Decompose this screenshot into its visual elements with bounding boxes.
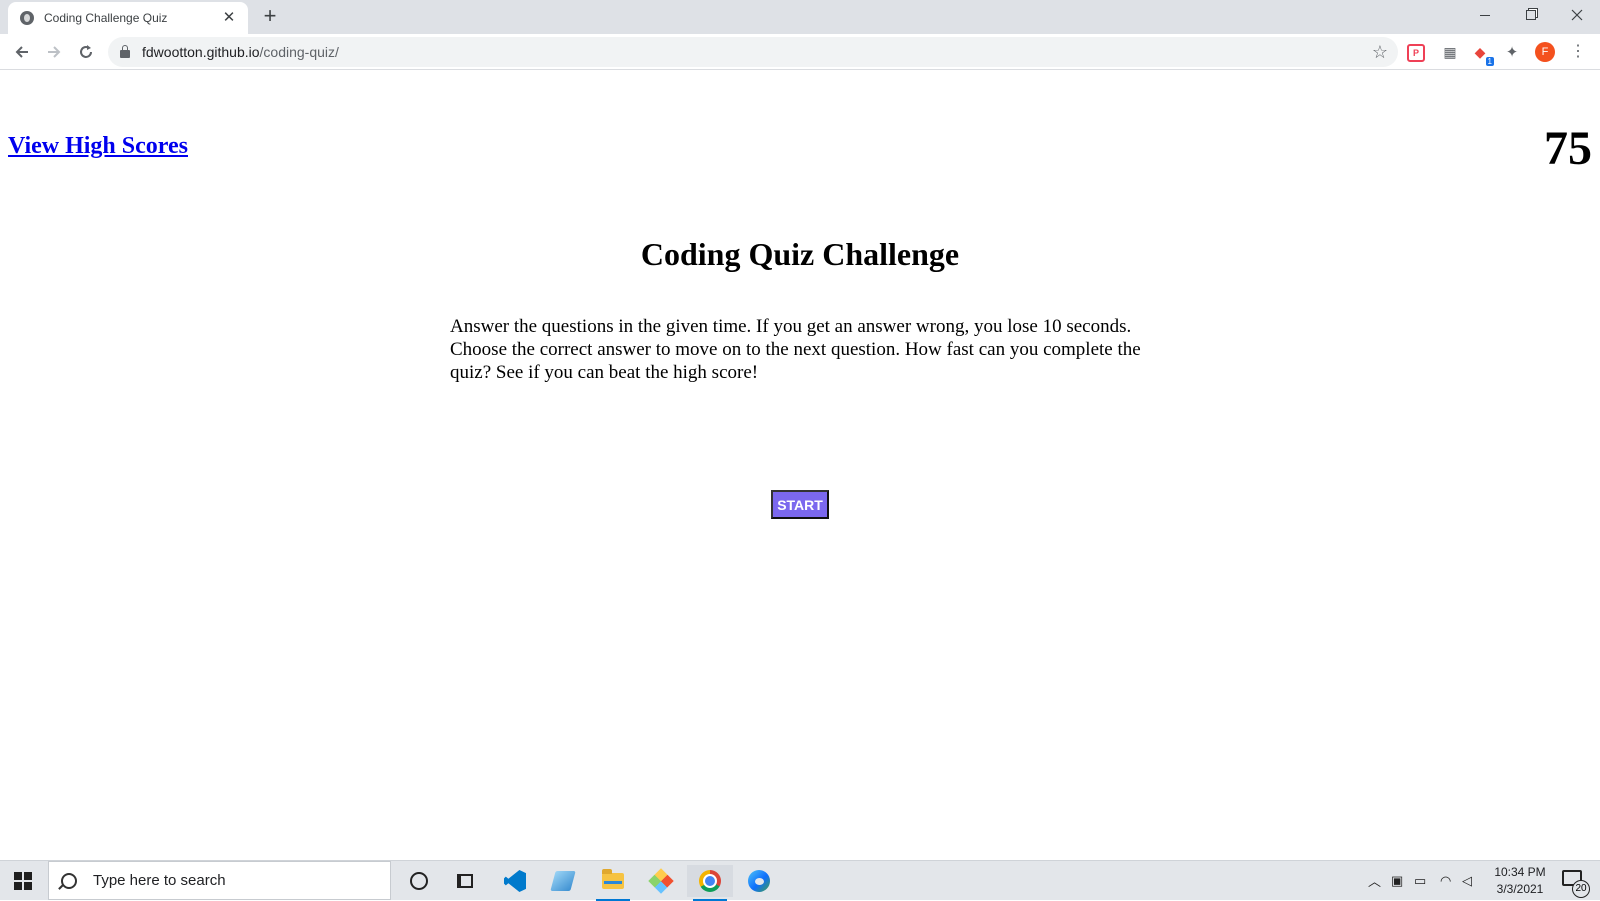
folder-icon — [602, 869, 624, 889]
reload-icon — [80, 45, 92, 58]
url-text[interactable]: fdwootton.github.io/coding-quiz/ — [142, 44, 339, 60]
view-high-scores-link[interactable]: View High Scores — [8, 133, 188, 160]
windows-taskbar: Type here to search ︿ ▣ ▭ ◠ ◁ 10:34 PM 3… — [0, 860, 1600, 901]
show-hidden-icons-button[interactable]: ︿ — [1368, 861, 1381, 900]
timer: 75 — [1544, 122, 1592, 175]
back-button[interactable] — [8, 38, 36, 66]
arrow-left-icon — [15, 46, 28, 58]
browser-toolbar: fdwootton.github.io/coding-quiz/ ☆ P ▦ ◆… — [0, 34, 1600, 70]
task-view-button[interactable] — [442, 865, 488, 897]
minimize-icon — [1480, 14, 1490, 16]
forward-button[interactable] — [40, 38, 68, 66]
extension-badge: 1 — [1485, 57, 1494, 66]
new-tab-button[interactable]: + — [258, 5, 282, 29]
reload-button[interactable] — [72, 38, 100, 66]
globe-icon — [20, 11, 34, 25]
address-bar[interactable]: fdwootton.github.io/coding-quiz/ ☆ — [108, 37, 1398, 67]
start-button[interactable]: START — [771, 490, 829, 519]
extension-with-badge-icon[interactable]: ◆ 1 — [1470, 42, 1494, 66]
grid-extension-icon[interactable]: ▦ — [1440, 42, 1460, 62]
chrome-taskbar-button[interactable] — [687, 865, 733, 901]
file-explorer-taskbar-button[interactable] — [590, 865, 636, 901]
page-content: View High Scores 75 Coding Quiz Challeng… — [0, 71, 1600, 862]
cortana-icon — [410, 872, 428, 890]
git-icon — [648, 868, 674, 894]
vscode-icon — [504, 870, 526, 892]
taskbar-clock[interactable]: 10:34 PM 3/3/2021 — [1484, 864, 1556, 898]
chrome-icon — [699, 870, 721, 892]
close-icon — [1571, 9, 1583, 21]
browser-menu-icon[interactable]: ⋮ — [1568, 40, 1588, 64]
clock-time: 10:34 PM — [1494, 865, 1546, 879]
windows-start-icon[interactable] — [14, 872, 32, 890]
browser-tab[interactable]: Coding Challenge Quiz ✕ — [8, 2, 248, 34]
bookmark-star-icon[interactable]: ☆ — [1372, 42, 1388, 62]
extensions-puzzle-icon[interactable]: ✦ — [1502, 42, 1522, 62]
browser-tab-strip: Coding Challenge Quiz ✕ + — [0, 0, 1600, 34]
clock-date: 3/3/2021 — [1496, 882, 1544, 896]
task-view-icon — [457, 874, 473, 888]
volume-icon[interactable]: ◁ — [1462, 861, 1472, 900]
tab-title: Coding Challenge Quiz — [44, 11, 168, 25]
git-taskbar-button[interactable] — [638, 865, 684, 897]
notes-taskbar-button[interactable] — [540, 865, 586, 897]
url-host: fdwootton.github.io — [142, 44, 260, 60]
edge-icon — [748, 870, 770, 892]
notes-app-icon — [550, 871, 576, 891]
chevron-up-icon: ︿ — [1368, 874, 1382, 889]
cortana-button[interactable] — [396, 865, 442, 897]
url-path: /coding-quiz/ — [259, 44, 339, 60]
notification-count-badge: 20 — [1572, 880, 1590, 898]
battery-icon[interactable]: ▭ — [1414, 861, 1426, 900]
arrow-right-icon — [48, 46, 61, 58]
taskbar-search-placeholder: Type here to search — [93, 872, 226, 889]
pocket-extension-icon[interactable]: P — [1407, 44, 1425, 62]
lock-icon[interactable] — [120, 45, 130, 58]
restore-icon — [1526, 10, 1536, 20]
edge-taskbar-button[interactable] — [736, 865, 782, 897]
close-tab-icon[interactable]: ✕ — [220, 9, 238, 27]
close-window-button[interactable] — [1554, 0, 1600, 30]
page-title: Coding Quiz Challenge — [640, 236, 960, 272]
quiz-instructions: Answer the questions in the given time. … — [450, 316, 1141, 383]
wifi-icon[interactable]: ◠ — [1440, 861, 1451, 900]
vscode-taskbar-button[interactable] — [492, 865, 538, 897]
search-icon — [61, 872, 77, 889]
minimize-button[interactable] — [1462, 0, 1508, 30]
taskbar-search-input[interactable]: Type here to search — [48, 861, 391, 900]
profile-avatar[interactable]: F — [1535, 42, 1555, 62]
meet-now-tray-icon[interactable]: ▣ — [1391, 861, 1403, 900]
restore-button[interactable] — [1508, 0, 1554, 30]
